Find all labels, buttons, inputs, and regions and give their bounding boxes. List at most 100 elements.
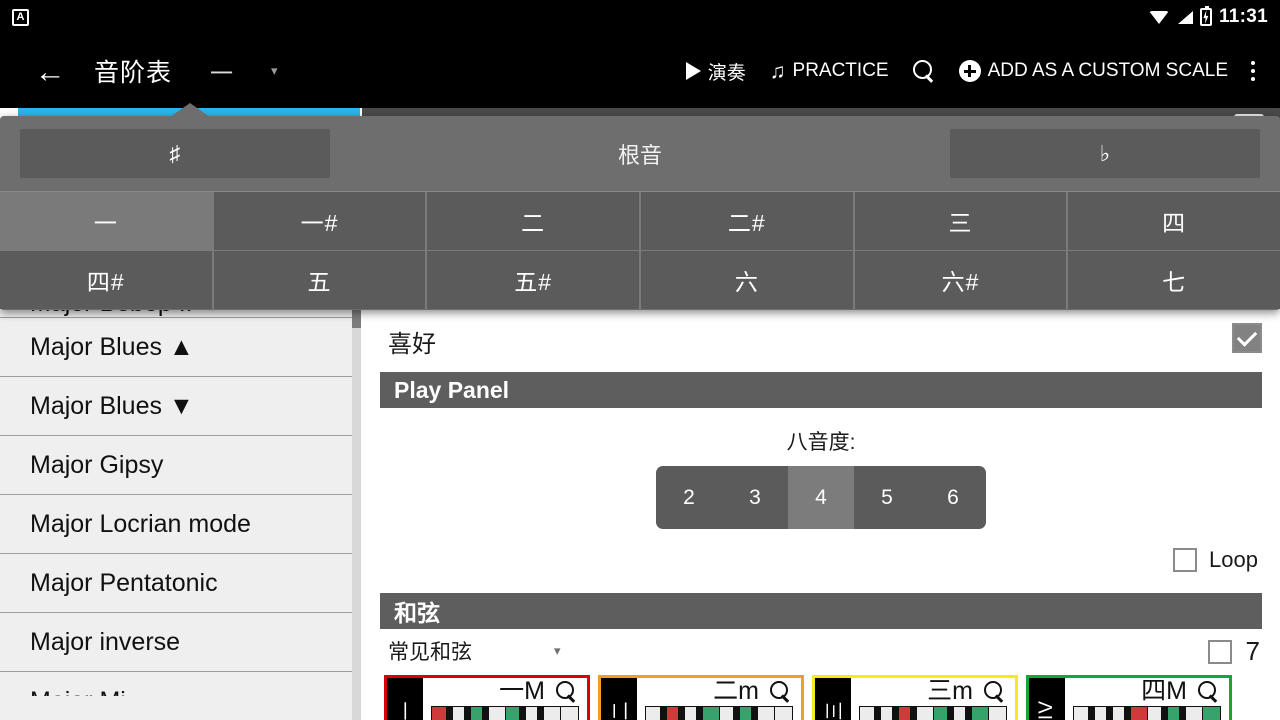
piano-black-key — [910, 706, 918, 720]
root-note-option-9[interactable]: 六 — [641, 251, 853, 309]
list-item[interactable]: Major Pentatonic — [0, 554, 360, 613]
practice-button-label: PRACTICE — [792, 60, 889, 81]
chord-degree-label: 一 — [396, 699, 418, 720]
favorite-label: 喜好 — [388, 330, 436, 358]
root-note-option-10[interactable]: 六# — [854, 251, 1067, 309]
status-bar-left: A — [12, 8, 29, 26]
root-note-option-5[interactable]: 四 — [1068, 192, 1280, 250]
list-item[interactable]: Major Blues ▼ — [0, 377, 360, 436]
search-icon[interactable] — [1198, 681, 1219, 702]
toolbar-left-group: ← 音阶表 一 ▾ — [0, 43, 278, 99]
scale-list-item-label: Major Mi — [30, 672, 126, 696]
wifi-icon — [1148, 10, 1169, 25]
app-notification-icon: A — [12, 8, 29, 26]
octave-option-5[interactable]: 5 — [854, 466, 920, 529]
loop-row: Loop — [362, 545, 1280, 575]
list-item[interactable]: Major Mi — [0, 672, 360, 696]
piano-black-key — [965, 706, 972, 720]
back-arrow-icon[interactable]: ← — [22, 43, 78, 99]
piano-white-key — [1129, 707, 1147, 720]
clock-label: 11:31 — [1218, 6, 1268, 27]
root-note-grid: 一 一# 二 二# 三 四 四# 五 五# 六 六# 七 — [0, 191, 1280, 309]
chord-degree-badge: 二 — [601, 678, 637, 720]
root-note-option-3[interactable]: 二# — [641, 192, 853, 250]
piano-black-key — [1087, 706, 1095, 720]
octave-option-4[interactable]: 4 — [788, 466, 854, 529]
chevron-down-icon[interactable]: ▾ — [271, 63, 278, 79]
chord-card[interactable]: 一 一M — [384, 675, 590, 720]
root-note-option-2[interactable]: 二 — [427, 192, 639, 250]
play-button-label: 演奏 — [707, 62, 746, 84]
list-item[interactable]: Major Blues ▲ — [0, 318, 360, 377]
seventh-checkbox[interactable] — [1207, 639, 1232, 664]
battery-charging-icon — [1199, 6, 1212, 26]
plus-circle-icon — [958, 60, 981, 82]
piano-black-key — [445, 706, 453, 720]
octave-option-3[interactable]: 3 — [722, 466, 788, 529]
toolbar-actions: 演奏 ♫ PRACTICE ADD AS A CUSTOM SCALE — [674, 43, 1280, 99]
search-button[interactable] — [901, 43, 947, 99]
search-icon[interactable] — [556, 681, 577, 702]
search-icon[interactable] — [770, 681, 791, 702]
root-note-option-1[interactable]: 一# — [213, 192, 426, 250]
octave-selector-wrap: 八音度: 2 3 4 5 6 — [362, 426, 1280, 529]
piano-black-key — [873, 706, 881, 720]
list-item[interactable]: Major inverse — [0, 613, 360, 672]
octave-option-2[interactable]: 2 — [656, 466, 722, 529]
status-bar-right: 11:31 — [1148, 6, 1268, 28]
search-icon[interactable] — [984, 681, 1005, 702]
favorite-checkbox[interactable] — [1232, 323, 1262, 353]
list-item[interactable]: Major Locrian mode — [0, 495, 360, 554]
chord-card-grid: 一 一M 二 二m 三 三m IV 四M — [362, 675, 1280, 720]
chord-name-label: 四M — [1141, 677, 1187, 705]
page-title: 音阶表 — [94, 59, 173, 87]
chord-card-body: 二m — [637, 678, 801, 720]
chord-set-row: 常见和弦 ▾ 7 — [362, 629, 1280, 673]
practice-button[interactable]: ♫ PRACTICE — [758, 43, 901, 99]
add-custom-scale-label: ADD AS A CUSTOM SCALE — [987, 60, 1228, 81]
play-button[interactable]: 演奏 — [674, 43, 758, 99]
loop-checkbox[interactable] — [1173, 548, 1198, 572]
root-note-value[interactable]: 一 — [210, 54, 233, 88]
root-note-option-4[interactable]: 三 — [854, 192, 1067, 250]
flat-button[interactable]: ♭ — [950, 129, 1260, 178]
popup-arrow — [170, 103, 210, 117]
octave-label: 八音度: — [786, 431, 856, 454]
root-note-option-11[interactable]: 七 — [1068, 251, 1280, 309]
octave-option-6[interactable]: 6 — [920, 466, 986, 529]
list-item[interactable]: Major Gipsy — [0, 436, 360, 495]
piano-black-key — [464, 706, 471, 720]
chord-name-label: 一M — [499, 677, 545, 705]
scale-list-scrollbar[interactable] — [352, 300, 361, 720]
piano-black-key — [946, 706, 954, 720]
sharp-button[interactable]: ♯ — [20, 129, 330, 178]
scale-list[interactable]: Major Bebop II Major Blues ▲ Major Blues… — [0, 300, 360, 720]
scale-detail-panel: 喜好 Play Panel 八音度: 2 3 4 5 6 Loop 和弦 常见和… — [362, 310, 1280, 720]
chord-degree-badge: 一 — [387, 678, 423, 720]
piano-white-key — [542, 707, 560, 720]
root-label: 根音 — [617, 142, 662, 168]
chord-degree-badge: IV — [1029, 678, 1065, 720]
chord-card[interactable]: IV 四M — [1026, 675, 1232, 720]
search-icon — [912, 60, 935, 82]
piano-black-key — [1160, 706, 1168, 720]
chevron-down-icon[interactable]: ▾ — [554, 643, 561, 659]
chord-degree-label: 二 — [610, 699, 632, 720]
piano-black-key — [751, 706, 758, 720]
piano-white-key — [1202, 707, 1220, 720]
mini-piano-2 — [859, 706, 1007, 720]
chord-set-value[interactable]: 常见和弦 — [388, 636, 472, 666]
root-note-option-7[interactable]: 五 — [213, 251, 426, 309]
mini-piano-3 — [1073, 706, 1221, 720]
root-note-option-0[interactable]: 一 — [0, 192, 212, 250]
chord-card[interactable]: 三 三m — [812, 675, 1018, 720]
overflow-menu-icon[interactable] — [1240, 61, 1266, 81]
piano-white-key — [988, 707, 1006, 720]
mini-piano-0 — [431, 706, 579, 720]
root-note-option-6[interactable]: 四# — [0, 251, 212, 309]
piano-white-key — [1184, 707, 1202, 720]
root-note-option-8[interactable]: 五# — [427, 251, 639, 309]
chord-card[interactable]: 二 二m — [598, 675, 804, 720]
add-custom-scale-button[interactable]: ADD AS A CUSTOM SCALE — [947, 43, 1240, 99]
octave-selector[interactable]: 2 3 4 5 6 — [656, 466, 986, 529]
